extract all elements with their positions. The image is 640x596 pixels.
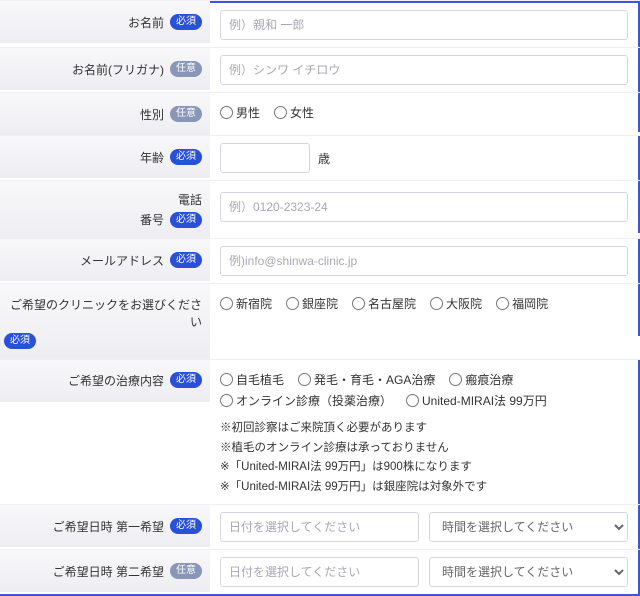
radio-input[interactable] [430, 297, 443, 310]
label-treatment: ご希望の治療内容 必須 [0, 360, 210, 402]
treatment-option[interactable]: オンライン診療（投薬治療） [220, 392, 392, 409]
required-badge: 必須 [170, 518, 202, 534]
note-line: ※植毛のオンライン診療は承っておりません [220, 439, 628, 459]
radio-label: 名古屋院 [368, 295, 416, 312]
radio-input[interactable] [352, 297, 365, 310]
label-clinic: ご希望のクリニックをお選びください 必須 [0, 284, 210, 359]
label-name: お名前 必須 [0, 1, 210, 43]
label-text: 性別 [140, 106, 164, 123]
gender-option-male[interactable]: 男性 [220, 104, 260, 121]
required-badge: 必須 [170, 252, 202, 268]
label-text: ご希望の治療内容 [68, 372, 164, 389]
field-name: お名前 必須 [0, 0, 640, 47]
datetime1-date-input[interactable] [220, 512, 419, 542]
datetime1-time-select[interactable]: 時間を選択してください [429, 512, 628, 542]
optional-badge: 任意 [170, 563, 202, 579]
label-text-l1: 電話 [178, 191, 202, 208]
field-datetime2: ご希望日時 第二希望 任意 時間を選択してください [0, 549, 640, 594]
clinic-option[interactable]: 新宿院 [220, 295, 272, 312]
label-age: 年齢 必須 [0, 136, 210, 178]
radio-input[interactable] [220, 373, 233, 386]
label-text-l2: 番号 [140, 211, 164, 228]
required-badge: 必須 [170, 372, 202, 388]
required-badge: 必須 [170, 212, 202, 228]
treatment-radio-group: 自毛植毛 発毛・育毛・AGA治療 瘢痕治療 オンライン診療（投薬治療） Unit… [220, 367, 628, 413]
field-treatment: ご希望の治療内容 必須 自毛植毛 発毛・育毛・AGA治療 瘢痕治療 オンライン診… [0, 359, 640, 504]
clinic-option[interactable]: 福岡院 [496, 295, 548, 312]
field-email: メールアドレス 必須 [0, 238, 640, 283]
phone-input[interactable] [220, 192, 628, 222]
field-gender: 性別 任意 男性 女性 [0, 92, 640, 135]
label-text: ご希望日時 第二希望 [53, 563, 164, 580]
radio-label: 男性 [236, 104, 260, 121]
field-age: 年齢 必須 歳 [0, 135, 640, 180]
gender-radio-group: 男性 女性 [220, 100, 628, 125]
name-input[interactable] [220, 10, 628, 40]
label-datetime1: ご希望日時 第一希望 必須 [0, 505, 210, 547]
clinic-option[interactable]: 大阪院 [430, 295, 482, 312]
reservation-form: お名前 必須 お名前(フリガナ) 任意 性別 任意 男性 [0, 0, 640, 596]
datetime2-time-select[interactable]: 時間を選択してください [429, 557, 628, 587]
radio-label: 銀座院 [302, 295, 338, 312]
radio-input[interactable] [274, 106, 287, 119]
clinic-option[interactable]: 銀座院 [286, 295, 338, 312]
label-text: ご希望日時 第一希望 [53, 518, 164, 535]
label-text: 年齢 [140, 149, 164, 166]
treatment-option[interactable]: 発毛・育毛・AGA治療 [298, 371, 435, 388]
gender-option-female[interactable]: 女性 [274, 104, 314, 121]
treatment-option[interactable]: 自毛植毛 [220, 371, 284, 388]
label-phone: 電話 番号 必須 [0, 181, 210, 238]
note-line: ※初回診察はご来院頂く必要があります [220, 419, 628, 439]
clinic-option[interactable]: 名古屋院 [352, 295, 416, 312]
age-input[interactable] [220, 143, 310, 173]
radio-input[interactable] [220, 297, 233, 310]
label-text: メールアドレス [80, 252, 164, 269]
field-furigana: お名前(フリガナ) 任意 [0, 47, 640, 92]
radio-input[interactable] [449, 373, 462, 386]
label-email: メールアドレス 必須 [0, 239, 210, 281]
radio-input[interactable] [496, 297, 509, 310]
furigana-input[interactable] [220, 55, 628, 85]
email-input[interactable] [220, 246, 628, 276]
radio-input[interactable] [220, 106, 233, 119]
treatment-notes: ※初回診察はご来院頂く必要があります ※植毛のオンライン診療は承っておりません … [220, 419, 628, 497]
radio-label: オンライン診療（投薬治療） [236, 392, 392, 409]
field-phone: 電話 番号 必須 [0, 180, 640, 238]
treatment-option[interactable]: 瘢痕治療 [449, 371, 513, 388]
label-text: ご希望のクリニックをお選びください [4, 296, 202, 330]
radio-label: 大阪院 [446, 295, 482, 312]
label-datetime2: ご希望日時 第二希望 任意 [0, 550, 210, 592]
radio-label: 瘢痕治療 [465, 371, 513, 388]
radio-label: 発毛・育毛・AGA治療 [314, 371, 435, 388]
field-clinic: ご希望のクリニックをお選びください 必須 新宿院 銀座院 名古屋院 大阪院 福岡… [0, 283, 640, 359]
radio-label: United-MIRAI法 99万円 [422, 392, 547, 409]
radio-input[interactable] [286, 297, 299, 310]
optional-badge: 任意 [170, 61, 202, 77]
note-line: ※「United-MIRAI法 99万円」は900株になります [220, 458, 628, 478]
label-gender: 性別 任意 [0, 93, 210, 135]
radio-label: 自毛植毛 [236, 371, 284, 388]
required-badge: 必須 [4, 333, 36, 349]
radio-input[interactable] [406, 394, 419, 407]
radio-label: 新宿院 [236, 295, 272, 312]
radio-input[interactable] [220, 394, 233, 407]
label-furigana: お名前(フリガナ) 任意 [0, 48, 210, 90]
radio-input[interactable] [298, 373, 311, 386]
label-text: お名前 [128, 14, 164, 31]
required-badge: 必須 [170, 14, 202, 30]
datetime2-date-input[interactable] [220, 557, 419, 587]
treatment-option[interactable]: United-MIRAI法 99万円 [406, 392, 547, 409]
note-line: ※「United-MIRAI法 99万円」は銀座院は対象外です [220, 478, 628, 498]
age-unit: 歳 [318, 150, 330, 167]
optional-badge: 任意 [170, 106, 202, 122]
clinic-radio-group: 新宿院 銀座院 名古屋院 大阪院 福岡院 [220, 291, 628, 316]
required-badge: 必須 [170, 149, 202, 165]
radio-label: 女性 [290, 104, 314, 121]
radio-label: 福岡院 [512, 295, 548, 312]
label-text: お名前(フリガナ) [72, 61, 164, 78]
